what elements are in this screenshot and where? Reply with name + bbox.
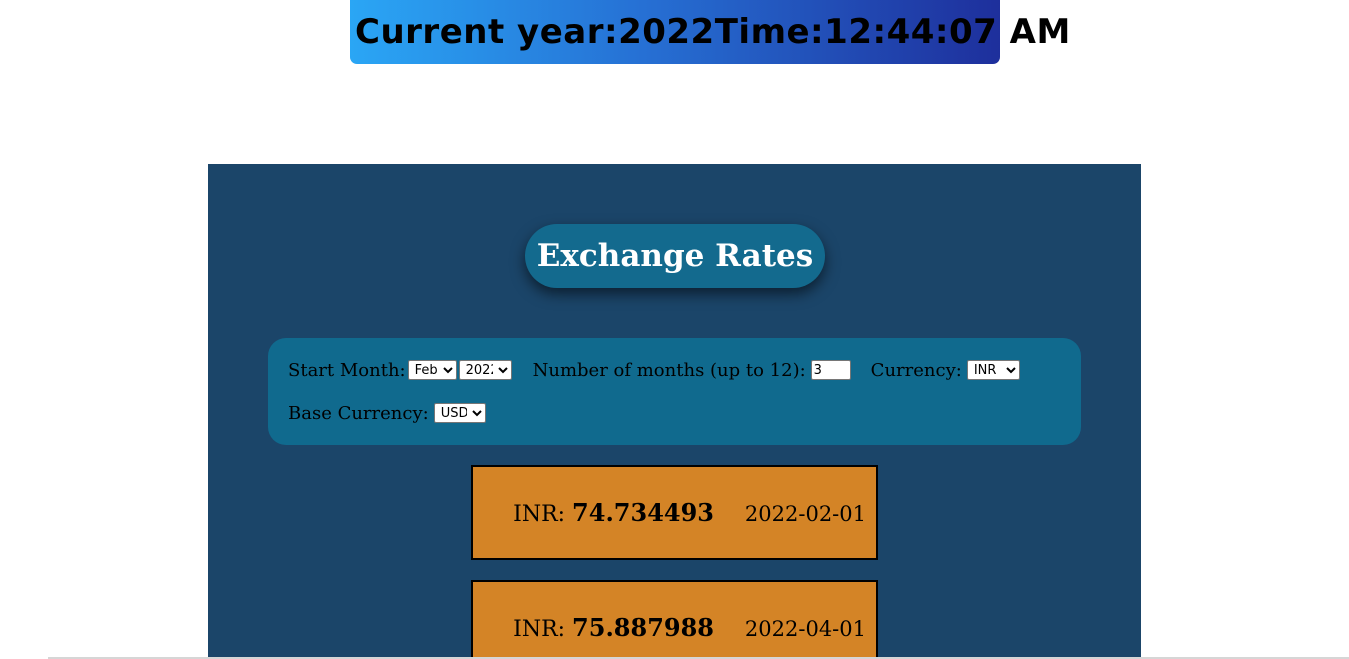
controls-row-2: Base Currency: USD — [288, 401, 1061, 425]
rate-date: 2022-02-01 — [744, 502, 866, 526]
controls-box: Start Month: Feb 2022 Number of months (… — [268, 338, 1081, 445]
rate-card: INR: 75.887988 2022-04-01 — [471, 580, 878, 659]
rate-date: 2022-04-01 — [744, 617, 866, 641]
rate-value: 74.734493 — [572, 498, 714, 527]
rate-text: INR: 75.887988 — [513, 613, 714, 642]
clock-banner: Current year: 2022 Time: 12:44:07 AM — [350, 0, 1070, 64]
num-months-label: Number of months (up to 12): — [532, 359, 806, 381]
start-year-select[interactable]: 2022 — [458, 360, 512, 380]
currency-select[interactable]: INR — [966, 360, 1020, 380]
year-value: 2022 — [618, 12, 715, 52]
rate-card: INR: 74.734493 2022-02-01 — [471, 465, 878, 560]
base-currency-label: Base Currency: — [288, 402, 429, 424]
controls-row-1: Start Month: Feb 2022 Number of months (… — [288, 358, 1061, 382]
start-month-label: Start Month: — [288, 359, 406, 381]
num-months-input[interactable] — [810, 360, 851, 380]
rate-text: INR: 74.734493 — [513, 498, 714, 527]
rate-value: 75.887988 — [572, 613, 714, 642]
time-label: Time: — [714, 12, 825, 52]
currency-label: Currency: — [870, 359, 962, 381]
base-currency-select[interactable]: USD — [433, 403, 486, 423]
year-label: Current year: — [355, 12, 619, 52]
start-month-select[interactable]: Feb — [407, 360, 457, 380]
rate-currency: INR: — [513, 502, 566, 527]
time-value: 12:44:07 AM — [824, 12, 1071, 52]
rate-currency: INR: — [513, 617, 566, 642]
exchange-panel: Exchange Rates Start Month: Feb 2022 Num… — [208, 164, 1141, 659]
page-title: Exchange Rates — [525, 224, 825, 288]
